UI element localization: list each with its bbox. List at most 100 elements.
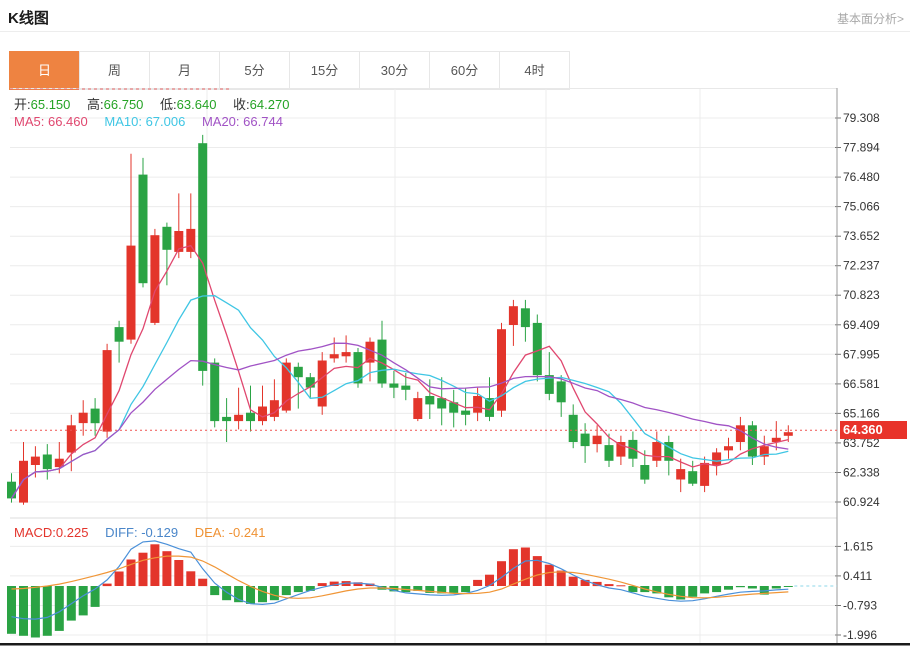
main-axis-label: 66.581 bbox=[843, 377, 880, 391]
macd-hist-bar bbox=[198, 579, 207, 586]
candle-body bbox=[461, 411, 470, 415]
macd-hist-bar bbox=[318, 583, 327, 586]
candle-body bbox=[198, 143, 207, 371]
macd-hist-bar bbox=[258, 586, 267, 602]
macd-hist-bar bbox=[449, 586, 458, 593]
candle-body bbox=[676, 469, 685, 479]
candle-body bbox=[186, 229, 195, 252]
candle-body bbox=[652, 442, 661, 461]
macd-hist-bar bbox=[461, 586, 470, 592]
macd-hist-bar bbox=[616, 585, 625, 586]
candle-body bbox=[569, 415, 578, 442]
tab-30min[interactable]: 30分 bbox=[359, 51, 430, 90]
main-axis-label: 77.894 bbox=[843, 141, 880, 155]
tab-15min[interactable]: 15分 bbox=[289, 51, 360, 90]
candle-body bbox=[736, 425, 745, 442]
macd-hist-bar bbox=[557, 571, 566, 587]
macd-hist-bar bbox=[569, 577, 578, 586]
candle-body bbox=[43, 455, 52, 470]
main-axis-label: 79.308 bbox=[843, 111, 880, 125]
candle-body bbox=[234, 415, 243, 421]
macd-hist-bar bbox=[246, 586, 255, 604]
candle-body bbox=[139, 175, 148, 284]
main-axis-label: 76.480 bbox=[843, 170, 880, 184]
tab-week[interactable]: 周 bbox=[79, 51, 150, 90]
macd-hist-bar bbox=[784, 586, 793, 587]
candle-body bbox=[115, 327, 124, 342]
macd-hist-bar bbox=[103, 584, 112, 587]
macd-hist-bar bbox=[282, 586, 291, 595]
main-axis-label: 72.237 bbox=[843, 259, 880, 273]
macd-hist-bar bbox=[222, 586, 231, 600]
tab-day[interactable]: 日 bbox=[9, 51, 80, 90]
macd-hist-bar bbox=[736, 586, 745, 587]
header-divider bbox=[0, 31, 910, 32]
macd-axis-label: 0.411 bbox=[843, 569, 872, 583]
bottom-border bbox=[0, 643, 910, 646]
chart-area: 79.30877.89476.48075.06673.65272.23770.8… bbox=[0, 88, 910, 648]
macd-hist-bar bbox=[509, 549, 518, 586]
macd-axis-label: -1.996 bbox=[843, 628, 877, 642]
candle-body bbox=[342, 352, 351, 356]
main-axis-label: 60.924 bbox=[843, 495, 880, 509]
candle-body bbox=[19, 461, 28, 503]
candle-body bbox=[401, 386, 410, 390]
macd-hist-bar bbox=[676, 586, 685, 600]
candle-body bbox=[222, 417, 231, 421]
candle-body bbox=[91, 409, 100, 424]
macd-hist-bar bbox=[139, 553, 148, 586]
tab-month[interactable]: 月 bbox=[149, 51, 220, 90]
tab-5min[interactable]: 5分 bbox=[219, 51, 290, 90]
candle-body bbox=[473, 396, 482, 413]
macd-hist-bar bbox=[473, 580, 482, 586]
candle-body bbox=[7, 482, 16, 499]
macd-hist-bar bbox=[772, 586, 781, 589]
kline-page: K线图 基本面分析> 日 周 月 5分 15分 30分 60分 4时 79.30… bbox=[0, 0, 910, 648]
candle-body bbox=[509, 306, 518, 325]
candle-body bbox=[79, 413, 88, 423]
candle-body bbox=[150, 235, 159, 323]
main-axis-label: 75.066 bbox=[843, 200, 880, 214]
candle-body bbox=[258, 407, 267, 422]
candle-body bbox=[127, 246, 136, 340]
candle-body bbox=[210, 363, 219, 422]
candle-body bbox=[605, 445, 614, 461]
macd-hist-bar bbox=[186, 571, 195, 586]
macd-hist-bar bbox=[150, 544, 159, 586]
fundamental-analysis-link[interactable]: 基本面分析> bbox=[837, 10, 904, 27]
macd-hist-bar bbox=[270, 586, 279, 600]
main-axis-label: 62.338 bbox=[843, 466, 880, 480]
main-axis-label: 73.652 bbox=[843, 229, 880, 243]
candle-body bbox=[246, 413, 255, 421]
candle-body bbox=[712, 452, 721, 465]
candle-body bbox=[616, 442, 625, 457]
candle-body bbox=[784, 432, 793, 436]
macd-hist-bar bbox=[55, 586, 64, 631]
current-price-tag: 64.360 bbox=[840, 421, 907, 439]
kline-chart-canvas[interactable]: 79.30877.89476.48075.06673.65272.23770.8… bbox=[0, 88, 910, 648]
macd-hist-bar bbox=[485, 575, 494, 586]
macd-axis-label: -0.793 bbox=[843, 599, 877, 613]
candle-body bbox=[294, 367, 303, 377]
main-axis-label: 69.409 bbox=[843, 318, 880, 332]
macd-hist-bar bbox=[174, 560, 183, 586]
candle-body bbox=[413, 398, 422, 419]
ma20-line bbox=[12, 343, 789, 498]
tab-60min[interactable]: 60分 bbox=[429, 51, 500, 90]
macd-hist-bar bbox=[497, 561, 506, 586]
macd-axis-label: 1.615 bbox=[843, 539, 873, 553]
macd-hist-bar bbox=[31, 586, 40, 638]
candle-body bbox=[700, 463, 709, 486]
page-title: K线图 bbox=[8, 7, 49, 28]
macd-hist-bar bbox=[43, 586, 52, 636]
macd-hist-bar bbox=[664, 586, 673, 597]
macd-hist-bar bbox=[605, 584, 614, 586]
tab-4hour[interactable]: 4时 bbox=[499, 51, 570, 90]
macd-hist-bar bbox=[688, 586, 697, 597]
candle-body bbox=[330, 354, 339, 358]
candle-body bbox=[318, 361, 327, 407]
candle-body bbox=[31, 457, 40, 465]
candle-body bbox=[162, 227, 171, 250]
macd-hist-bar bbox=[210, 586, 219, 595]
candle-body bbox=[389, 384, 398, 388]
